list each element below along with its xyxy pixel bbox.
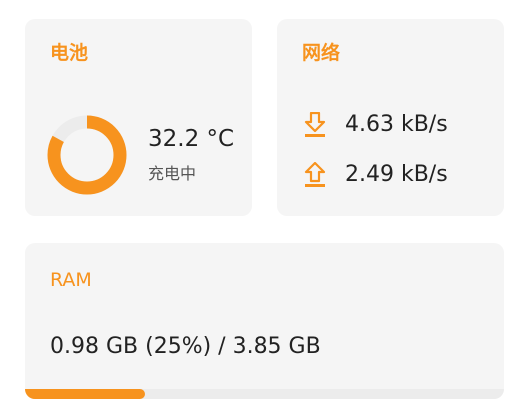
network-card: 网络 4.63 kB/s 2.49 kB/s (277, 19, 504, 216)
battery-card: 电池 32.2 °C 充电中 (25, 19, 252, 216)
ram-card: RAM 0.98 GB (25%) / 3.85 GB (25, 243, 504, 399)
ram-usage-fill (25, 389, 145, 399)
battery-level-ring (47, 115, 127, 195)
upload-row: 2.49 kB/s (304, 162, 448, 188)
ram-title: RAM (50, 269, 92, 291)
download-speed: 4.63 kB/s (345, 112, 448, 137)
network-title: 网络 (302, 42, 341, 64)
upload-arrow-icon (304, 162, 326, 187)
download-arrow-icon (304, 112, 326, 137)
upload-speed: 2.49 kB/s (345, 162, 448, 187)
battery-title: 电池 (50, 42, 89, 64)
battery-temperature: 32.2 °C (148, 126, 235, 152)
ram-usage: 0.98 GB (25%) / 3.85 GB (50, 334, 321, 359)
ram-usage-bar (25, 389, 504, 399)
battery-status: 充电中 (148, 164, 197, 183)
download-row: 4.63 kB/s (304, 112, 448, 138)
